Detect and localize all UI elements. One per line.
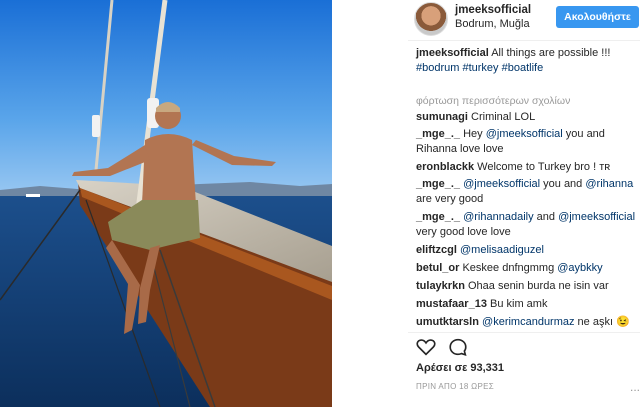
comments-list: jmeeksofficial All things are possible !…: [416, 46, 638, 76]
comment-username[interactable]: eliftzcgl: [416, 244, 457, 256]
comment-username[interactable]: sumunagi: [416, 111, 468, 123]
follow-button[interactable]: Ακολουθήστε: [556, 6, 639, 28]
caption: jmeeksofficial All things are possible !…: [416, 46, 638, 76]
comment-text: you and: [540, 178, 586, 190]
comment-text: Hey: [463, 128, 486, 140]
boat-photo: [0, 0, 332, 407]
post-timestamp[interactable]: ΠΡΙΝ ΑΠΟ 18 ΩΡΕΣ: [416, 382, 494, 391]
comment-item: betul_or Keskee dnfngmmg @aybkky: [416, 261, 638, 276]
comment-username[interactable]: umutktarsln: [416, 316, 479, 328]
avatar[interactable]: [414, 2, 448, 36]
location-link[interactable]: Bodrum, Muğla: [455, 18, 530, 30]
caption-username[interactable]: jmeeksofficial: [416, 47, 489, 59]
comment-mention[interactable]: @jmeeksofficial: [463, 178, 540, 190]
comment-text: ne aşkı 😉: [574, 316, 630, 328]
comment-mention[interactable]: @rihannadaily: [463, 211, 534, 223]
comment-username[interactable]: mustafaar_13: [416, 298, 487, 310]
comment-text: are very good: [416, 193, 484, 205]
caption-hashtags[interactable]: #bodrum #turkey #boatlife: [416, 61, 638, 76]
comment-username[interactable]: _mge_._: [416, 211, 460, 223]
comment-icon[interactable]: [448, 338, 468, 356]
comment-text: Bu kim amk: [490, 298, 548, 310]
comment-username[interactable]: _mge_._: [416, 178, 460, 190]
comment-mention[interactable]: @jmeeksofficial: [558, 211, 635, 223]
comment-item: _mge_._ Hey @jmeeksofficial you and Riha…: [416, 127, 638, 157]
comment-mention[interactable]: @melisaadiguzel: [460, 244, 544, 256]
post-photo[interactable]: [0, 0, 332, 407]
comment-item: eliftzcgl @melisaadiguzel: [416, 243, 638, 258]
comment-text: Keskee dnfngmmg: [462, 262, 558, 274]
more-options-icon[interactable]: ...: [630, 380, 640, 394]
divider: [408, 40, 640, 41]
comment-username[interactable]: betul_or: [416, 262, 459, 274]
comment-username[interactable]: tulaykrkn: [416, 280, 465, 292]
comment-item: _mge_._ @jmeeksofficial you and @rihanna…: [416, 177, 638, 207]
comment-item: umutktarsln @kerimcandurmaz ne aşkı 😉: [416, 315, 638, 330]
comment-text: very good love love: [416, 226, 511, 238]
heart-icon[interactable]: [416, 338, 436, 356]
comment-text: Welcome to Turkey bro ! ᴛʀ: [477, 161, 611, 173]
likes-count[interactable]: Αρέσει σε 93,331: [416, 362, 504, 374]
divider: [408, 332, 640, 333]
comment-text: and: [533, 211, 559, 223]
comment-text: Ohaa senin burda ne isin var: [467, 280, 609, 292]
comment-item: sumunagi Criminal LOL: [416, 110, 638, 125]
comment-username[interactable]: eronblackk: [416, 161, 474, 173]
comment-mention[interactable]: @rihanna: [585, 178, 633, 190]
post-header: jmeeksofficial Bodrum, Muğla Ακολουθήστε: [408, 0, 640, 40]
comment-mention[interactable]: @jmeeksofficial: [486, 128, 563, 140]
comment-item: eronblackk Welcome to Turkey bro ! ᴛʀ: [416, 160, 638, 175]
comment-item: _mge_._ @rihannadaily and @jmeeksofficia…: [416, 210, 638, 240]
comment-username[interactable]: _mge_._: [416, 128, 460, 140]
caption-text: All things are possible !!!: [491, 47, 611, 59]
comment-item: tulaykrkn Ohaa senin burda ne isin var: [416, 279, 638, 294]
comment-item: mustafaar_13 Bu kim amk: [416, 297, 638, 312]
comment-mention[interactable]: @aybkky: [557, 262, 602, 274]
load-more-comments[interactable]: φόρτωση περισσότερων σχολίων: [416, 95, 570, 107]
comment-mention[interactable]: @kerimcandurmaz: [482, 316, 574, 328]
comment-text: Criminal LOL: [471, 111, 536, 123]
username-link[interactable]: jmeeksofficial: [455, 4, 531, 16]
post-side-panel: jmeeksofficial Bodrum, Muğla Ακολουθήστε…: [408, 0, 640, 407]
